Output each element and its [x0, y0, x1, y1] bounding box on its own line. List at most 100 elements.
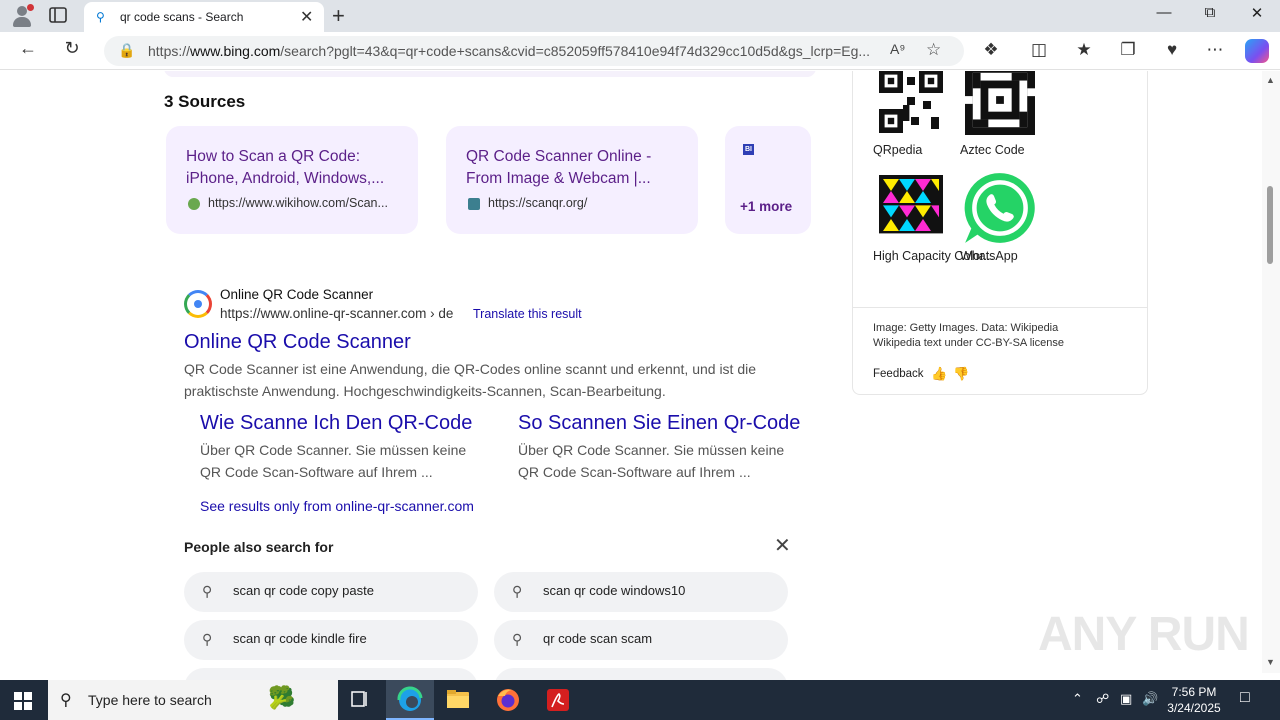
deeplink-snippet: Über QR Code Scanner. Sie müssen keine Q… — [200, 442, 467, 480]
tab-actions-icon[interactable] — [48, 6, 70, 26]
related-search-text: scan qr code kindle fire — [233, 631, 367, 646]
lock-icon[interactable]: 🔒 — [118, 42, 135, 59]
watermark-logo: ANY RUN — [1038, 608, 1250, 661]
active-tab[interactable]: ⚲ qr code scans - Search ✕ — [84, 2, 324, 32]
close-icon[interactable]: ✕ — [774, 533, 791, 558]
taskbar-search-placeholder: Type here to search — [88, 692, 212, 708]
favorites-icon[interactable]: ★ — [1071, 40, 1097, 60]
related-search-pill[interactable]: ⚲ scan qr code copy paste — [184, 572, 478, 612]
deeplink-snippet: Über QR Code Scanner. Sie müssen keine Q… — [518, 442, 785, 480]
url-text[interactable]: https://www.bing.com/search?pglt=43&q=qr… — [148, 43, 883, 59]
source-url: https://www.wikihow.com/Scan... — [208, 196, 388, 210]
refresh-icon[interactable]: ↻ — [59, 38, 85, 59]
scroll-up-icon[interactable]: ▲ — [1266, 75, 1275, 85]
knowledge-panel: QRpedia Aztec Code High Capacity Color..… — [852, 71, 1148, 395]
page-content: 3 Sources How to Scan a QR Code: iPhone,… — [0, 71, 1280, 681]
file-explorer-icon[interactable] — [434, 680, 482, 720]
task-view-icon[interactable] — [336, 680, 384, 720]
extensions-icon[interactable]: ❖ — [978, 40, 1004, 60]
site-url[interactable]: https://www.online-qr-scanner.com › de — [220, 306, 453, 321]
deeplink: Wie Scanne Ich Den QR-Code Über QR Code … — [200, 412, 490, 483]
source-url: https://scanqr.org/ — [488, 196, 588, 210]
profile-icon[interactable] — [10, 4, 34, 28]
copilot-icon[interactable] — [1245, 39, 1269, 63]
high-capacity-color-barcode-image[interactable] — [879, 175, 943, 239]
people-also-search-heading: People also search for — [184, 539, 334, 555]
scanqr-favicon-icon — [468, 198, 480, 210]
favorite-star-icon[interactable]: ☆ — [926, 40, 941, 60]
windows-start-icon[interactable] — [14, 692, 32, 710]
close-window-icon[interactable]: ✕ — [1234, 4, 1280, 22]
source-title[interactable]: QR Code Scanner Online - From Image & We… — [466, 146, 686, 190]
result-snippet: QR Code Scanner ist eine Anwendung, die … — [184, 361, 757, 399]
split-screen-icon[interactable]: ◫ — [1026, 40, 1052, 60]
more-sources-card[interactable]: BI +1 more — [725, 126, 811, 234]
network-icon[interactable]: ☍ — [1096, 691, 1109, 707]
search-icon: ⚲ — [512, 583, 523, 599]
feedback-label[interactable]: Feedback — [873, 368, 924, 380]
search-icon: ⚲ — [202, 583, 213, 599]
source-title[interactable]: How to Scan a QR Code: iPhone, Android, … — [186, 146, 406, 190]
search-icon: ⚲ — [512, 631, 523, 647]
ethernet-icon[interactable]: ▣ — [1120, 691, 1132, 707]
thumbs-icon[interactable]: 👍👎 — [931, 366, 975, 382]
divider — [853, 307, 1147, 308]
read-aloud-icon[interactable]: A⁹ — [890, 41, 905, 57]
image-label[interactable]: QRpedia — [873, 141, 922, 159]
volume-icon[interactable]: 🔊 — [1142, 691, 1158, 707]
taskbar-search-box[interactable]: ⚲ Type here to search 🥦 — [48, 680, 338, 720]
tab-title: qr code scans - Search — [120, 10, 244, 24]
translate-link[interactable]: Translate this result — [473, 307, 582, 321]
close-tab-icon[interactable]: ✕ — [300, 7, 313, 27]
system-clock[interactable]: 7:56 PM 3/24/2025 — [1160, 684, 1228, 716]
image-label[interactable]: Aztec Code — [960, 141, 1025, 159]
more-menu-icon[interactable]: ⋯ — [1202, 40, 1228, 60]
site-logo-icon — [184, 290, 212, 318]
related-search-text: scan qr code copy paste — [233, 583, 374, 598]
notifications-icon[interactable]: □ — [1240, 689, 1250, 707]
related-search-pill[interactable]: ⚲ qr code scan scam — [494, 620, 788, 660]
firefox-icon[interactable] — [484, 680, 532, 720]
image-label[interactable]: WhatsApp — [960, 247, 1018, 265]
collections-icon[interactable]: ❐ — [1115, 40, 1141, 60]
source-card[interactable]: QR Code Scanner Online - From Image & We… — [446, 126, 698, 234]
search-icon: ⚲ — [60, 692, 72, 709]
more-sources-label[interactable]: +1 more — [740, 199, 792, 214]
aztec-code-image[interactable] — [960, 71, 1040, 135]
deeplink-title[interactable]: Wie Scanne Ich Den QR-Code — [200, 412, 490, 435]
browser-essentials-icon[interactable]: ♥ — [1159, 40, 1185, 60]
edge-taskbar-icon[interactable] — [386, 680, 434, 720]
related-search-pill[interactable]: ⚲ scan qr code kindle fire — [184, 620, 478, 660]
acrobat-icon[interactable] — [534, 680, 582, 720]
tab-bar: ⚲ qr code scans - Search ✕ + — ⧉ ✕ — [0, 0, 1280, 32]
related-search-pill[interactable]: ⚲ scan qr code windows10 — [494, 572, 788, 612]
back-icon[interactable]: ← — [15, 38, 41, 59]
search-icon: ⚲ — [96, 10, 105, 24]
scrollbar-thumb[interactable] — [1267, 186, 1273, 264]
address-bar[interactable]: 🔒 https://www.bing.com/search?pglt=43&q=… — [104, 36, 964, 66]
vertical-scrollbar[interactable]: ▲ ▼ — [1262, 71, 1280, 673]
new-tab-icon[interactable]: + — [332, 3, 345, 29]
search-icon: ⚲ — [202, 631, 213, 647]
taskbar: ⚲ Type here to search 🥦 ⌃ ☍ ▣ 🔊 7:56 PM … — [0, 680, 1280, 720]
wikihow-favicon-icon — [188, 198, 200, 210]
related-search-text: qr code scan scam — [543, 631, 653, 646]
result-title-link[interactable]: Online QR Code Scanner — [184, 331, 411, 354]
scroll-down-icon[interactable]: ▼ — [1266, 657, 1275, 667]
source-card[interactable]: How to Scan a QR Code: iPhone, Android, … — [166, 126, 418, 234]
answer-card-bottom — [164, 71, 816, 77]
deeplink-title[interactable]: So Scannen Sie Einen Qr-Code — [518, 412, 808, 435]
search-highlight-icon: 🥦 — [268, 685, 296, 710]
site-name: Online QR Code Scanner — [220, 287, 374, 302]
minimize-icon[interactable]: — — [1141, 4, 1187, 21]
restore-icon[interactable]: ⧉ — [1187, 4, 1233, 21]
bi-favicon-icon: BI — [743, 144, 754, 155]
see-only-from-site-link[interactable]: See results only from online-qr-scanner.… — [200, 498, 474, 514]
show-hidden-icons-icon[interactable]: ⌃ — [1072, 691, 1083, 707]
qrpedia-image[interactable] — [879, 71, 943, 133]
deeplink: So Scannen Sie Einen Qr-Code Über QR Cod… — [518, 412, 808, 483]
sources-heading: 3 Sources — [164, 92, 246, 111]
related-search-text: scan qr code windows10 — [543, 583, 686, 598]
whatsapp-logo-image[interactable] — [959, 167, 1041, 249]
image-credit: Image: Getty Images. Data: Wikipedia Wik… — [873, 322, 1064, 349]
